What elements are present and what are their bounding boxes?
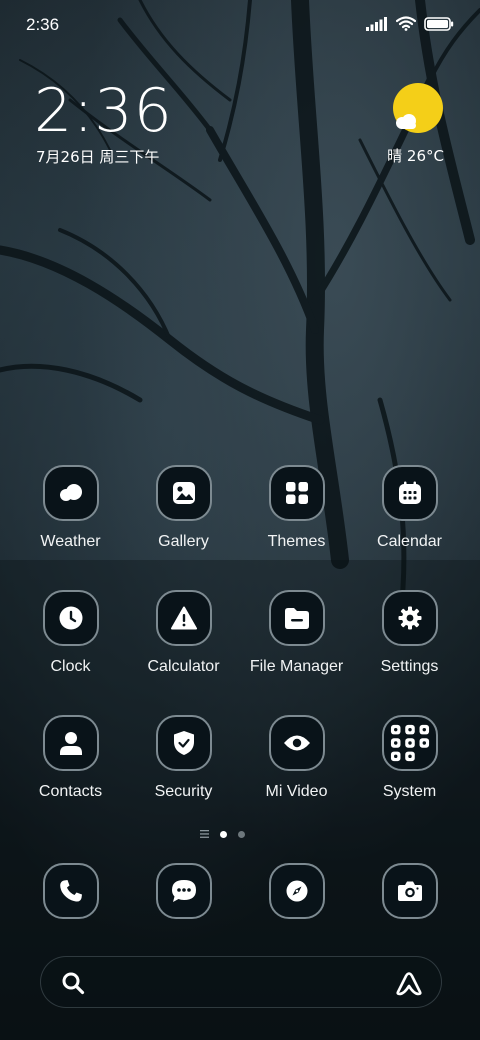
app-clock[interactable]: Clock bbox=[14, 590, 127, 676]
app-contacts[interactable]: Contacts bbox=[14, 715, 127, 801]
calculator-icon bbox=[155, 590, 212, 646]
app-label: Mi Video bbox=[265, 783, 328, 800]
dock-phone[interactable] bbox=[14, 863, 127, 919]
app-label: Clock bbox=[50, 658, 91, 675]
browser-icon bbox=[268, 863, 325, 919]
app-label: Gallery bbox=[158, 533, 209, 550]
app-label: Themes bbox=[267, 533, 326, 550]
gallery-icon bbox=[155, 465, 212, 521]
app-calendar[interactable]: Calendar bbox=[353, 465, 466, 551]
app-label: Calculator bbox=[147, 658, 220, 675]
status-bar: 2:36 bbox=[0, 0, 480, 50]
status-time: 2:36 bbox=[26, 15, 60, 34]
page-dot bbox=[238, 830, 245, 838]
app-settings[interactable]: Settings bbox=[353, 590, 466, 676]
status-icons bbox=[366, 16, 454, 31]
search-icon[interactable] bbox=[61, 971, 85, 995]
system-folder-icon bbox=[381, 715, 438, 771]
themes-icon bbox=[268, 465, 325, 521]
weather-icon bbox=[42, 465, 99, 521]
camera-icon bbox=[381, 863, 438, 919]
wifi-icon bbox=[396, 16, 416, 31]
drawer-lines-icon bbox=[200, 830, 209, 838]
dock-messaging[interactable] bbox=[127, 863, 240, 919]
app-file-manager[interactable]: File Manager bbox=[240, 590, 353, 676]
calendar-icon bbox=[381, 465, 438, 521]
folder-system[interactable]: System bbox=[353, 715, 466, 801]
cloud-icon bbox=[396, 114, 416, 129]
dock-browser[interactable] bbox=[240, 863, 353, 919]
app-security[interactable]: Security bbox=[127, 715, 240, 801]
search-bar[interactable] bbox=[40, 956, 442, 1008]
clock-icon bbox=[42, 590, 99, 646]
app-mi-video[interactable]: Mi Video bbox=[240, 715, 353, 801]
app-label: System bbox=[382, 783, 437, 800]
mi-video-icon bbox=[268, 715, 325, 771]
app-themes[interactable]: Themes bbox=[240, 465, 353, 551]
clock-widget-time[interactable]: 2:36 bbox=[34, 76, 173, 146]
app-label: Weather bbox=[40, 533, 101, 550]
weather-summary: 晴 26°C bbox=[387, 147, 444, 165]
file-manager-icon bbox=[268, 590, 325, 646]
app-gallery[interactable]: Gallery bbox=[127, 465, 240, 551]
dock-camera[interactable] bbox=[353, 863, 466, 919]
clock-widget-date: 7月26日 周三下午 bbox=[36, 148, 160, 166]
app-calculator[interactable]: Calculator bbox=[127, 590, 240, 676]
app-label: Contacts bbox=[38, 783, 103, 800]
battery-icon bbox=[424, 16, 454, 31]
page-dot-active bbox=[220, 830, 227, 838]
app-weather[interactable]: Weather bbox=[14, 465, 127, 551]
page-indicator[interactable] bbox=[200, 830, 245, 838]
app-label: Security bbox=[154, 783, 213, 800]
assistant-icon[interactable] bbox=[395, 970, 423, 996]
signal-icon bbox=[366, 16, 387, 31]
app-label: Settings bbox=[380, 658, 439, 675]
app-label: File Manager bbox=[249, 658, 344, 675]
phone-icon bbox=[42, 863, 99, 919]
contacts-icon bbox=[42, 715, 99, 771]
security-icon bbox=[155, 715, 212, 771]
messaging-icon bbox=[155, 863, 212, 919]
app-label: Calendar bbox=[377, 533, 442, 550]
settings-icon bbox=[381, 590, 438, 646]
